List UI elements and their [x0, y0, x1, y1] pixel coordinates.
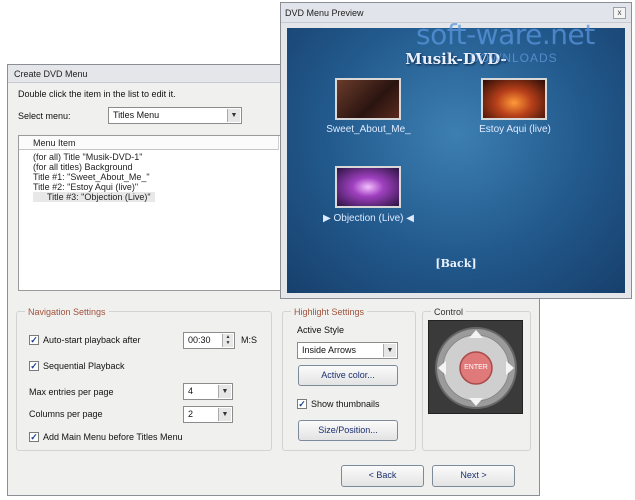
preview-menu-title: Musik-DVD- [405, 50, 507, 68]
active-style-value: Inside Arrows [302, 345, 357, 355]
autostart-checkbox[interactable]: ✓ [29, 335, 39, 345]
show-thumbnails-checkbox[interactable]: ✓ [297, 399, 307, 409]
thumbnail-3[interactable] [335, 166, 401, 208]
preview-back-link[interactable]: [Back] [287, 257, 625, 270]
add-main-menu-checkbox[interactable]: ✓ [29, 432, 39, 442]
spin-down-icon[interactable]: ▼ [222, 340, 233, 347]
show-thumbnails-label: Show thumbnails [311, 399, 380, 409]
remote-control-pad: ENTER [428, 320, 523, 414]
list-item-label: Title #1: "Sweet_About_Me_" [33, 172, 150, 182]
thumbnail-2-caption: Estoy Aqui (live) [479, 124, 551, 135]
active-color-button[interactable]: Active color... [298, 365, 398, 386]
close-icon[interactable]: x [613, 7, 626, 19]
columns-dropdown[interactable]: 2 ▼ [183, 406, 233, 423]
thumbnail-3-caption: ▶ Objection (Live) ◀ [323, 213, 414, 224]
list-item-label: (for all) Title "Musik-DVD-1" [33, 152, 143, 162]
back-button[interactable]: < Back [341, 465, 424, 487]
enter-label: ENTER [464, 364, 488, 371]
list-item-label: Title #3: "Objection (Live)" [33, 192, 155, 202]
highlight-settings-group: Highlight Settings Active Style Inside A… [282, 307, 416, 451]
autostart-label: Auto-start playback after [43, 335, 141, 345]
thumbnail-1[interactable] [335, 78, 401, 120]
chevron-down-icon[interactable]: ▼ [383, 344, 396, 357]
sequential-checkbox[interactable]: ✓ [29, 361, 39, 371]
watermark-text: soft-ware.net [416, 18, 595, 51]
list-item-label: (for all titles) Background [33, 162, 133, 172]
max-entries-label: Max entries per page [29, 387, 114, 397]
autostart-unit: M:S [241, 335, 258, 345]
columns-value: 2 [188, 409, 194, 419]
columns-label: Columns per page [29, 409, 103, 419]
select-menu-value: Titles Menu [113, 110, 160, 120]
size-position-button[interactable]: Size/Position... [298, 420, 398, 441]
instruction-text: Double click the item in the list to edi… [18, 89, 176, 99]
sequential-label: Sequential Playback [43, 361, 125, 371]
autostart-time-stepper[interactable]: 00:30 ▲ ▼ [183, 332, 235, 349]
watermark-subtext: DOWNLOADS [470, 51, 558, 65]
dvd-menu-preview-canvas: Musik-DVD- Sweet_About_Me_ Estoy Aqui (l… [287, 28, 625, 293]
highlight-settings-title: Highlight Settings [291, 307, 368, 317]
thumbnail-2[interactable] [481, 78, 547, 120]
max-entries-dropdown[interactable]: 4 ▼ [183, 383, 233, 400]
chevron-down-icon[interactable]: ▼ [218, 385, 231, 398]
chevron-down-icon[interactable]: ▼ [227, 109, 240, 122]
max-entries-value: 4 [188, 386, 194, 396]
add-main-menu-label: Add Main Menu before Titles Menu [43, 432, 183, 442]
select-menu-label: Select menu: [18, 111, 71, 121]
chevron-down-icon[interactable]: ▼ [218, 408, 231, 421]
list-header-menu-item[interactable]: Menu Item [19, 136, 279, 150]
list-item-label: Title #2: "Estoy Aqui (live)" [33, 182, 139, 192]
next-button[interactable]: Next > [432, 465, 515, 487]
active-style-dropdown[interactable]: Inside Arrows ▼ [297, 342, 398, 359]
select-menu-dropdown[interactable]: Titles Menu ▼ [108, 107, 242, 124]
navigation-settings-title: Navigation Settings [25, 307, 109, 317]
thumbnail-1-caption: Sweet_About_Me_ [326, 124, 411, 135]
active-style-label: Active Style [297, 325, 345, 335]
navigation-settings-group: Navigation Settings ✓ Auto-start playbac… [16, 307, 272, 451]
autostart-time-value: 00:30 [188, 335, 211, 345]
control-title: Control [431, 307, 467, 317]
